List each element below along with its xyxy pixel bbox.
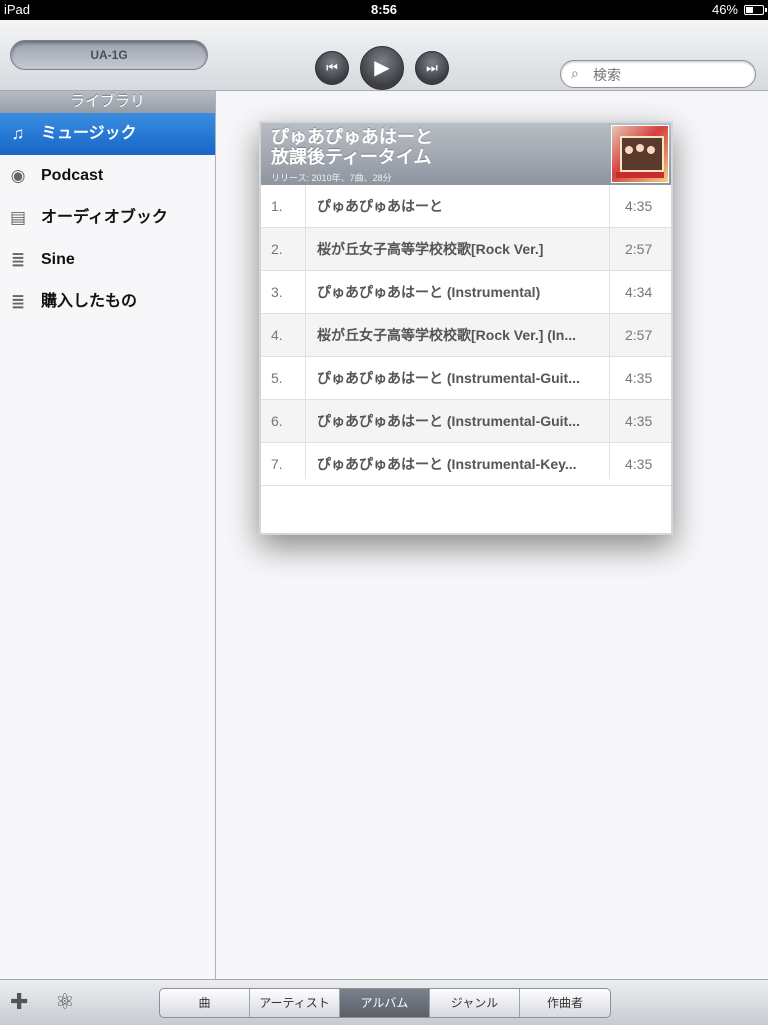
add-playlist-button[interactable]: ✚ (10, 989, 28, 1015)
search-icon: ⌕ (571, 65, 579, 81)
view-segmented-control: 曲 アーティスト アルバム ジャンル 作曲者 (159, 988, 611, 1018)
track-title: 桜が丘女子高等学校校歌[Rock Ver.] (317, 241, 544, 257)
track-duration: 4:35 (625, 370, 653, 386)
device-name[interactable]: UA-1G (10, 40, 208, 70)
column-divider (609, 185, 610, 479)
track-duration: 4:34 (625, 284, 653, 300)
search-input[interactable] (591, 64, 745, 86)
artwork-banner (616, 172, 664, 178)
search-field[interactable]: ⌕ (560, 60, 756, 88)
sidebar-item-label: 購入したもの (41, 293, 138, 310)
artwork-figure (636, 144, 644, 152)
battery-fill (746, 7, 753, 13)
track-title: ぴゅあぴゅあはーと (Instrumental-Key... (317, 456, 577, 472)
playlist-icon: ≣ (10, 292, 26, 311)
track-duration: 4:35 (625, 456, 653, 472)
album-subtitle: リリース: 2010年、7曲、28分 (271, 173, 392, 183)
sidebar-item-purchased[interactable]: ≣ 購入したもの (0, 281, 215, 323)
album-title: ぴゅあぴゅあはーと 放課後ティータイム (271, 127, 433, 167)
track-title: ぴゅあぴゅあはーと (Instrumental-Guit... (317, 413, 580, 429)
track-number: 2. (271, 241, 283, 257)
column-divider (305, 185, 306, 479)
track-number: 1. (271, 198, 283, 214)
bottom-bar: ✚ ⚛ 曲 アーティスト アルバム ジャンル 作曲者 (0, 979, 768, 1025)
tab-albums[interactable]: アルバム (340, 989, 430, 1017)
sidebar-item-podcast[interactable]: ◉ Podcast (0, 155, 215, 197)
track-title: 桜が丘女子高等学校校歌[Rock Ver.] (In... (317, 327, 577, 343)
sidebar-item-sine[interactable]: ≣ Sine (0, 239, 215, 281)
genius-atom-icon: ⚛ (55, 989, 75, 1014)
music-note-icon: ♫ (11, 124, 25, 143)
album-artist: 放課後ティータイム (271, 147, 432, 167)
genius-button[interactable]: ⚛ (55, 989, 75, 1015)
artwork-figure (647, 146, 655, 154)
playlist-icon: ≣ (10, 250, 26, 269)
track-duration: 4:35 (625, 198, 653, 214)
artwork-figure (625, 146, 633, 154)
tab-genres[interactable]: ジャンル (430, 989, 520, 1017)
album-card: ぴゅあぴゅあはーと 放課後ティータイム リリース: 2010年、7曲、28分 1… (259, 121, 673, 535)
sidebar-item-label: Podcast (41, 167, 104, 184)
tab-composers[interactable]: 作曲者 (520, 989, 610, 1017)
track-title: ぴゅあぴゅあはーと (317, 198, 443, 214)
tab-songs[interactable]: 曲 (160, 989, 250, 1017)
audiobook-icon: ▤ (9, 208, 27, 227)
artwork-frame (620, 136, 664, 172)
track-duration: 2:57 (625, 327, 653, 343)
sidebar-item-music[interactable]: ♫ ミュージック (0, 113, 215, 155)
sidebar-item-label: Sine (41, 251, 75, 268)
album-title-line1: ぴゅあぴゅあはーと (271, 127, 433, 147)
track-title: ぴゅあぴゅあはーと (Instrumental) (317, 284, 541, 300)
album-header: ぴゅあぴゅあはーと 放課後ティータイム リリース: 2010年、7曲、28分 (261, 123, 671, 185)
track-number: 4. (271, 327, 283, 343)
sidebar-header: ライブラリ (0, 91, 215, 113)
sidebar-item-audiobook[interactable]: ▤ オーディオブック (0, 197, 215, 239)
play-button[interactable]: ▶ (360, 46, 404, 90)
next-track-button[interactable]: ⏭ (415, 51, 449, 85)
album-artwork[interactable] (611, 125, 669, 183)
track-number: 6. (271, 413, 283, 429)
track-duration: 2:57 (625, 241, 653, 257)
plus-icon: ✚ (10, 989, 29, 1014)
status-bar: iPad 8:56 46% (0, 0, 768, 20)
main-content: ぴゅあぴゅあはーと 放課後ティータイム リリース: 2010年、7曲、28分 1… (216, 91, 768, 979)
next-icon: ⏭ (426, 60, 438, 75)
podcast-icon: ◉ (10, 166, 26, 185)
previous-icon: ⏮ (326, 60, 338, 75)
tab-artists[interactable]: アーティスト (250, 989, 340, 1017)
track-title: ぴゅあぴゅあはーと (Instrumental-Guit... (317, 370, 580, 386)
track-number: 5. (271, 370, 283, 386)
track-number: 3. (271, 284, 283, 300)
previous-track-button[interactable]: ⏮ (315, 51, 349, 85)
sidebar-item-label: オーディオブック (41, 209, 168, 226)
toolbar: UA-1G ⏮ ▶ ⏭ ⌕ (0, 20, 768, 101)
battery-percent: 46% (711, 2, 738, 17)
sidebar: ライブラリ ♫ ミュージック ◉ Podcast ▤ オーディオブック ≣ Si… (0, 91, 216, 979)
sidebar-item-label: ミュージック (41, 125, 137, 142)
battery-icon (744, 5, 767, 15)
clock: 8:56 (370, 2, 398, 17)
play-icon: ▶ (374, 57, 390, 79)
track-number: 7. (271, 456, 283, 472)
track-duration: 4:35 (625, 413, 653, 429)
